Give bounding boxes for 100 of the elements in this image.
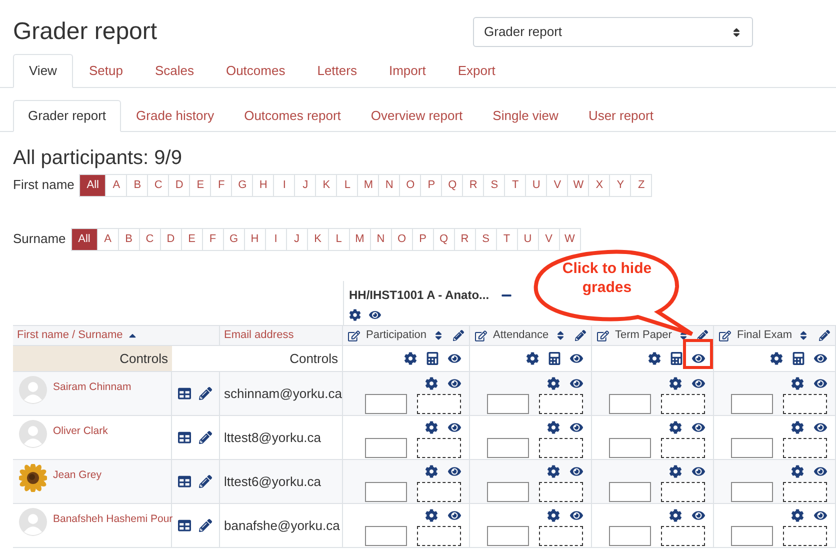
letter-filter[interactable]: T	[496, 228, 518, 251]
grade-field[interactable]	[365, 438, 407, 458]
settings-icon[interactable]	[770, 352, 783, 365]
letter-filter[interactable]: F	[202, 228, 224, 251]
eye-icon[interactable]	[448, 352, 461, 365]
pencil-icon[interactable]	[575, 330, 586, 341]
letter-filter[interactable]: H	[252, 174, 274, 197]
eye-icon[interactable]	[448, 509, 461, 522]
letter-filter[interactable]: N	[378, 174, 400, 197]
letter-filter[interactable]: P	[420, 174, 442, 197]
settings-icon[interactable]	[526, 352, 539, 365]
settings-icon[interactable]	[349, 309, 361, 321]
feedback-field[interactable]	[783, 438, 827, 458]
letter-filter[interactable]: All	[70, 228, 98, 251]
eye-icon[interactable]	[692, 509, 705, 522]
feedback-field[interactable]	[417, 526, 461, 546]
letter-filter[interactable]: N	[370, 228, 392, 251]
pencil-icon[interactable]	[697, 330, 708, 341]
eye-icon[interactable]	[692, 421, 705, 434]
letter-filter[interactable]: W	[558, 228, 581, 251]
settings-icon[interactable]	[669, 509, 682, 522]
settings-icon[interactable]	[547, 465, 560, 478]
letter-filter[interactable]: B	[118, 228, 140, 251]
student-name[interactable]: Sairam Chinnam	[53, 376, 132, 396]
student-name[interactable]: Oliver Clark	[53, 420, 108, 440]
pencil-icon[interactable]	[453, 330, 464, 341]
letter-filter[interactable]: P	[412, 228, 434, 251]
settings-icon[interactable]	[791, 421, 804, 434]
grade-item-header[interactable]: Final Exam	[737, 327, 792, 344]
settings-icon[interactable]	[425, 509, 438, 522]
settings-icon[interactable]	[547, 421, 560, 434]
report-select[interactable]: Grader report	[473, 17, 753, 47]
tab[interactable]: Overview report	[356, 100, 478, 132]
letter-filter[interactable]: S	[474, 228, 497, 251]
settings-icon[interactable]	[791, 509, 804, 522]
sort-icon[interactable]	[432, 330, 444, 341]
eye-icon[interactable]	[448, 377, 461, 390]
calculator-icon[interactable]	[670, 352, 683, 365]
grade-field[interactable]	[487, 526, 529, 546]
settings-icon[interactable]	[791, 465, 804, 478]
grade-field[interactable]	[609, 526, 651, 546]
letter-filter[interactable]: B	[126, 174, 148, 197]
settings-icon[interactable]	[404, 352, 417, 365]
feedback-field[interactable]	[661, 438, 705, 458]
eye-icon[interactable]	[570, 352, 583, 365]
tab[interactable]: User report	[573, 100, 668, 132]
letter-filter[interactable]: C	[147, 174, 170, 197]
letter-filter[interactable]: R	[454, 228, 476, 251]
eye-icon[interactable]	[814, 352, 827, 365]
tab[interactable]: Export	[442, 54, 512, 88]
feedback-field[interactable]	[417, 438, 461, 458]
calculator-icon[interactable]	[548, 352, 561, 365]
letter-filter[interactable]: J	[294, 174, 316, 197]
letter-filter[interactable]: U	[525, 174, 548, 197]
letter-filter[interactable]: D	[168, 174, 190, 197]
table-icon[interactable]	[178, 431, 191, 444]
eye-icon[interactable]	[814, 509, 827, 522]
settings-icon[interactable]	[669, 421, 682, 434]
letter-filter[interactable]: E	[180, 228, 203, 251]
feedback-field[interactable]	[417, 394, 461, 414]
pencil-icon[interactable]	[819, 330, 830, 341]
letter-filter[interactable]: G	[231, 174, 254, 197]
tab[interactable]: Outcomes	[210, 54, 302, 88]
grade-item-header[interactable]: Participation	[366, 327, 427, 344]
tab[interactable]: Grade history	[121, 100, 230, 132]
eye-icon[interactable]	[570, 377, 583, 390]
letter-filter[interactable]: I	[264, 228, 287, 251]
tab[interactable]: Setup	[72, 54, 139, 88]
letter-filter[interactable]: O	[390, 228, 413, 251]
feedback-field[interactable]	[539, 526, 583, 546]
letter-filter[interactable]: O	[399, 174, 422, 197]
feedback-field[interactable]	[661, 394, 705, 414]
eye-icon[interactable]	[448, 421, 461, 434]
letter-filter[interactable]: Q	[432, 228, 455, 251]
letter-filter[interactable]: L	[328, 228, 350, 251]
letter-filter[interactable]: F	[210, 174, 232, 197]
feedback-field[interactable]	[783, 394, 827, 414]
grade-field[interactable]	[487, 482, 529, 502]
tab[interactable]: View	[13, 54, 73, 88]
letter-filter[interactable]: Q	[441, 174, 464, 197]
calculator-icon[interactable]	[792, 352, 805, 365]
grade-field[interactable]	[365, 526, 407, 546]
feedback-field[interactable]	[661, 482, 705, 502]
letter-filter[interactable]: D	[160, 228, 182, 251]
table-icon[interactable]	[178, 475, 191, 488]
settings-icon[interactable]	[425, 465, 438, 478]
letter-filter[interactable]: G	[222, 228, 245, 251]
feedback-field[interactable]	[783, 482, 827, 502]
grade-field[interactable]	[365, 482, 407, 502]
grade-field[interactable]	[487, 394, 529, 414]
letter-filter[interactable]: K	[306, 228, 329, 251]
feedback-field[interactable]	[539, 482, 583, 502]
eye-icon[interactable]	[814, 377, 827, 390]
settings-icon[interactable]	[425, 421, 438, 434]
settings-icon[interactable]	[547, 377, 560, 390]
grade-item-header[interactable]: Term Paper	[615, 327, 672, 344]
letter-filter[interactable]: T	[504, 174, 526, 197]
grade-field[interactable]	[487, 438, 529, 458]
settings-icon[interactable]	[425, 377, 438, 390]
eye-icon[interactable]	[570, 509, 583, 522]
